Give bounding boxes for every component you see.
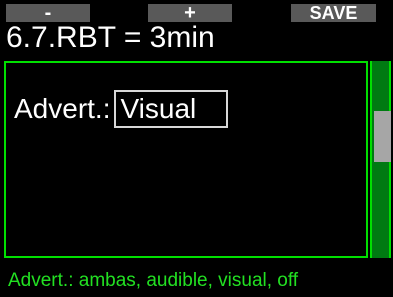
save-button[interactable]: SAVE bbox=[291, 4, 376, 22]
increase-button-label: + bbox=[184, 2, 196, 24]
options-hint: Advert.: ambas, audible, visual, off bbox=[8, 270, 299, 291]
advert-setting-row: Advert.: Visual bbox=[14, 89, 229, 129]
advert-value-text: Visual bbox=[120, 93, 197, 124]
save-button-label: SAVE bbox=[309, 3, 358, 23]
increase-button[interactable]: + bbox=[148, 2, 232, 24]
advert-value-field[interactable]: Visual bbox=[114, 90, 229, 128]
advert-setting-label: Advert.: bbox=[14, 93, 111, 124]
scrollbar-thumb[interactable] bbox=[374, 111, 391, 162]
scrollbar[interactable] bbox=[370, 61, 391, 258]
dive-computer-screen: - + SAVE 6.7.RBT = 3min Advert.: Visual … bbox=[0, 0, 393, 297]
decrease-button[interactable]: - bbox=[6, 2, 90, 24]
decrease-button-label: - bbox=[44, 2, 52, 24]
page-title: 6.7.RBT = 3min bbox=[6, 21, 215, 54]
